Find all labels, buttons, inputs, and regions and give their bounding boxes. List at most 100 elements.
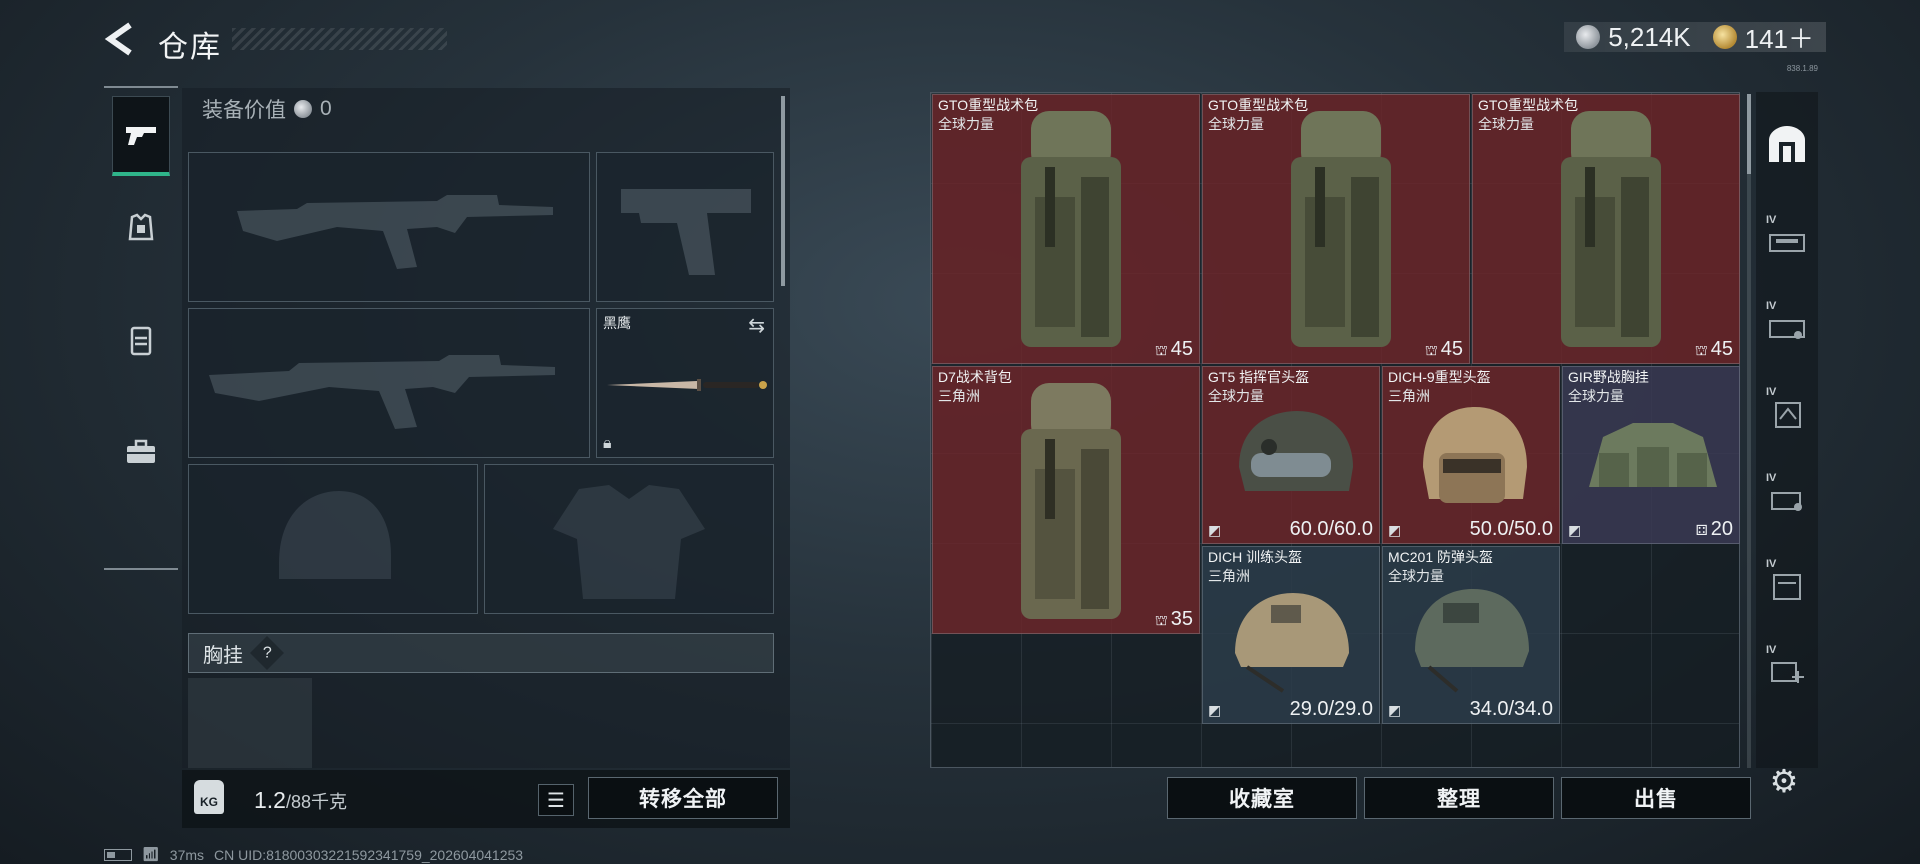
helmet-silhouette-icon bbox=[279, 491, 391, 579]
storage-add-icon bbox=[1771, 662, 1804, 683]
storage-case-icon bbox=[1775, 402, 1801, 428]
item-faction: 全球力量 bbox=[1568, 388, 1624, 404]
collection-room-button[interactable]: 收藏室 bbox=[1167, 777, 1357, 819]
storage-tab-home[interactable] bbox=[1762, 114, 1812, 174]
item-count: ⛫ 45 bbox=[1424, 338, 1463, 360]
backpack-art bbox=[1021, 111, 1121, 347]
storage-tabs: IV IV IV IV IV IV bbox=[1756, 92, 1818, 768]
item-count: ⛫ 45 bbox=[1694, 338, 1733, 360]
item-name: DICH-9重型头盔 bbox=[1388, 369, 1491, 385]
storage-tab-4[interactable]: IV bbox=[1762, 384, 1812, 444]
pistol-icon bbox=[126, 126, 156, 145]
equipment-scrollbar[interactable] bbox=[781, 96, 785, 286]
durability-icon: ◩ bbox=[1388, 522, 1402, 538]
storage-item-mc201[interactable]: MC201 防弹头盔 全球力量 ◩ 34.0/34.0 bbox=[1382, 546, 1560, 724]
helmet-art bbox=[1239, 411, 1353, 491]
storage-tab-7[interactable]: IV bbox=[1762, 642, 1812, 702]
storage-scroll-track bbox=[1747, 94, 1751, 768]
transfer-all-button[interactable]: 转移全部 bbox=[588, 777, 778, 819]
silver-coin-icon bbox=[1576, 25, 1601, 49]
storage-item-gto-2[interactable]: GTO重型战术包 全球力量 ⛫ 45 bbox=[1202, 94, 1470, 364]
silver-coin-icon bbox=[294, 100, 312, 118]
storage-item-gir[interactable]: GIR野战胸挂 全球力量 ◩ ⚃ 20 bbox=[1562, 366, 1740, 544]
category-tab-weapons[interactable] bbox=[112, 96, 170, 176]
item-faction: 三角洲 bbox=[1208, 568, 1250, 584]
equipment-value: 装备价值 0 bbox=[202, 94, 332, 124]
primary-weapon-slot-2[interactable] bbox=[188, 308, 590, 458]
item-name: GT5 指挥官头盔 bbox=[1208, 369, 1310, 385]
item-durability: 29.0/29.0 bbox=[1289, 698, 1373, 720]
helmet-art bbox=[1415, 589, 1529, 693]
category-tab-backpack[interactable] bbox=[112, 300, 170, 380]
storage-item-gto-3[interactable]: GTO重型战术包 全球力量 ⛫ 45 bbox=[1472, 94, 1740, 364]
item-durability: 34.0/34.0 bbox=[1469, 698, 1553, 720]
storage-item-d7[interactable]: D7战术背包 三角洲 ⛫ 35 bbox=[932, 366, 1200, 634]
armor-slot[interactable] bbox=[484, 464, 774, 614]
storage-item-dich9[interactable]: DICH-9重型头盔 三角洲 ◩ 50.0/50.0 bbox=[1382, 366, 1560, 544]
storage-item-gt5[interactable]: GT5 指挥官头盔 全球力量 ◩ 60.0/60.0 bbox=[1202, 366, 1380, 544]
title-decoration bbox=[232, 28, 447, 50]
item-faction: 全球力量 bbox=[938, 116, 994, 132]
page-title: 仓库 bbox=[158, 31, 222, 64]
pistol-silhouette-icon bbox=[621, 189, 751, 275]
storage-item-gto-1[interactable]: GTO重型战术包 全球力量 ⛫ 45 bbox=[932, 94, 1200, 364]
storage-tab-6[interactable]: IV bbox=[1762, 556, 1812, 616]
item-durability: 60.0/60.0 bbox=[1289, 518, 1373, 540]
equipment-value-label: 装备价值 bbox=[202, 99, 286, 122]
storage-case-icon bbox=[1769, 320, 1805, 339]
backpack-art bbox=[1561, 111, 1661, 347]
item-faction: 三角洲 bbox=[938, 388, 980, 404]
pistol-slot[interactable] bbox=[596, 152, 774, 302]
ping: 37ms bbox=[169, 846, 205, 863]
backpack-icon bbox=[130, 326, 152, 356]
storage-item-dich-training[interactable]: DICH 训练头盔 三角洲 ◩ 29.0/29.0 bbox=[1202, 546, 1380, 724]
settings-gear-icon[interactable]: ⚙ bbox=[1766, 763, 1802, 799]
storage-tab-5[interactable]: IV bbox=[1762, 470, 1812, 530]
category-tab-briefcase[interactable] bbox=[112, 412, 170, 492]
storage-scrollbar[interactable] bbox=[1747, 94, 1751, 174]
category-rail bbox=[104, 86, 178, 570]
wifi-icon: 📶︎ bbox=[142, 846, 160, 862]
help-icon[interactable]: ? bbox=[250, 636, 284, 670]
silver-amount: 5,214K bbox=[1608, 21, 1691, 52]
item-faction: 全球力量 bbox=[1208, 388, 1264, 404]
gold-amount[interactable]: 141＋ bbox=[1745, 19, 1814, 56]
melee-slot[interactable]: 黑鹰 ⇆ 🔒︎ bbox=[596, 308, 774, 458]
list-icon: ☰ bbox=[547, 789, 565, 812]
sell-button[interactable]: 出售 bbox=[1561, 777, 1751, 819]
storage-case-icon bbox=[1769, 234, 1805, 252]
status-bar: 📶︎ 37ms CN UID:8180030322159234175​9_202… bbox=[104, 846, 523, 863]
organize-button[interactable]: 整理 bbox=[1364, 777, 1554, 819]
backpack-art bbox=[1291, 111, 1391, 347]
primary-weapon-slot-1[interactable] bbox=[188, 152, 590, 302]
weight-max: /88千克 bbox=[285, 792, 348, 812]
storage-tab-2[interactable]: IV bbox=[1762, 212, 1812, 272]
item-name: D7战术背包 bbox=[938, 369, 1012, 385]
item-durability: 50.0/50.0 bbox=[1469, 518, 1553, 540]
helmet-art bbox=[1423, 407, 1527, 503]
capacity-icon: ⛫ bbox=[1154, 342, 1168, 358]
category-tab-rig[interactable] bbox=[112, 188, 170, 268]
helmet-slot[interactable] bbox=[188, 464, 478, 614]
storage-case-icon bbox=[1771, 492, 1802, 511]
armor-silhouette-icon bbox=[553, 485, 705, 599]
item-faction: 全球力量 bbox=[1208, 116, 1264, 132]
swap-icon[interactable]: ⇆ bbox=[748, 313, 765, 338]
durability-icon: ◩ bbox=[1208, 522, 1222, 538]
melee-name: 黑鹰 bbox=[603, 315, 631, 331]
durability-icon: ◩ bbox=[1208, 702, 1222, 718]
briefcase-icon bbox=[127, 439, 155, 463]
list-view-button[interactable]: ☰ bbox=[538, 784, 574, 816]
weight-icon: KG bbox=[194, 780, 224, 814]
chest-rig-slot[interactable] bbox=[188, 678, 312, 768]
carry-weight: 1.2/88千克 bbox=[254, 787, 347, 814]
back-arrow-icon[interactable] bbox=[104, 22, 134, 56]
capacity-icon: ⛫ bbox=[1424, 342, 1438, 358]
version-text: 838.1.89 bbox=[1786, 64, 1818, 73]
battery-icon bbox=[104, 848, 132, 861]
knife-item-art bbox=[607, 379, 767, 391]
item-count: ⚃ 20 bbox=[1695, 518, 1733, 540]
helmet-art bbox=[1235, 593, 1349, 693]
item-name: DICH 训练头盔 bbox=[1208, 549, 1303, 565]
storage-tab-3[interactable]: IV bbox=[1762, 298, 1812, 358]
